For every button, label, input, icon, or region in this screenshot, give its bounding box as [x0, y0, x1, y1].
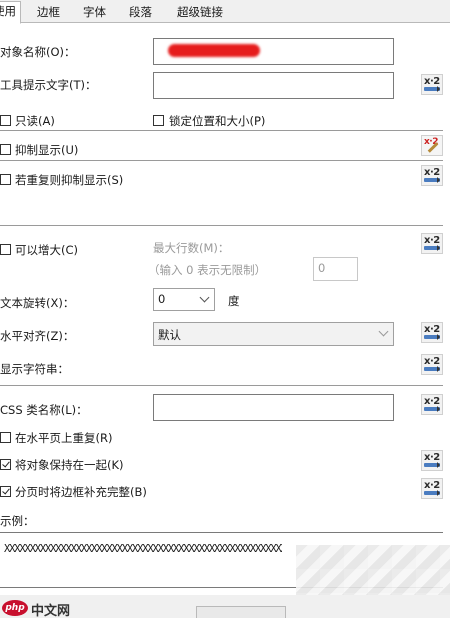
formula-icon[interactable]: x·2 — [421, 165, 443, 186]
max-lines-hint: （输入 0 表示无限制） — [148, 263, 267, 277]
tab-font[interactable]: 字体 — [79, 3, 110, 23]
suppress-duplicates-checkbox[interactable] — [0, 174, 11, 185]
formula-icon[interactable]: x·2 — [421, 478, 443, 499]
formula-icon[interactable]: x·2 — [421, 450, 443, 471]
sample-text: XXXXXXXXXXXXXXXXXXXXXXXXXXXXXXXXXXXXXXXX… — [4, 543, 282, 555]
formula-pencil-icon[interactable]: x·2 — [421, 135, 443, 156]
suppress-label: 抑制显示(U) — [15, 143, 79, 157]
tooltip-label: 工具提示文字(T)： — [0, 78, 97, 92]
suppress-duplicates-label: 若重复则抑制显示(S) — [15, 173, 124, 187]
tab-bar: 使用 边框 字体 段落 超级链接 — [0, 0, 450, 24]
tab-label: 字体 — [83, 5, 106, 19]
rotation-select[interactable]: 0 — [153, 288, 215, 311]
css-class-field[interactable] — [153, 394, 394, 421]
suppress-checkbox[interactable] — [0, 144, 11, 155]
divider — [0, 225, 443, 226]
lock-label: 锁定位置和大小(P) — [169, 114, 266, 128]
readonly-checkbox[interactable] — [0, 115, 11, 126]
tab-label: 使用 — [0, 4, 16, 18]
keep-together-label: 将对象保持在一起(K) — [15, 458, 124, 472]
halign-label: 水平对齐(Z)： — [0, 329, 75, 343]
halign-select[interactable]: 默认 — [153, 322, 394, 346]
sample-label: 示例： — [0, 514, 35, 528]
dialog-button[interactable] — [196, 606, 286, 618]
chevron-down-icon — [199, 292, 210, 303]
tab-hyperlink[interactable]: 超级链接 — [173, 3, 227, 23]
close-border-label: 分页时将边框补充完整(B) — [15, 485, 147, 499]
divider — [0, 130, 443, 131]
formula-icon[interactable]: x·2 — [421, 394, 443, 415]
rotation-unit: 度 — [228, 294, 240, 308]
divider — [0, 160, 443, 161]
checkmark-icon — [2, 486, 10, 495]
object-name-label: 对象名称(O)： — [0, 45, 76, 59]
watermark-text: 中文网 — [31, 604, 71, 618]
tab-label: 边框 — [37, 5, 60, 19]
max-lines-label: 最大行数(M)： — [153, 241, 230, 255]
repeat-horizontal-checkbox[interactable] — [0, 432, 11, 443]
lock-checkbox[interactable] — [153, 115, 164, 126]
can-grow-checkbox[interactable] — [0, 244, 11, 255]
repeat-horizontal-label: 在水平页上重复(R) — [15, 431, 113, 445]
chevron-down-icon — [378, 326, 389, 337]
tab-paragraph[interactable]: 段落 — [125, 3, 156, 23]
checkmark-icon — [2, 459, 10, 468]
tooltip-field[interactable] — [153, 72, 394, 99]
keep-together-checkbox[interactable] — [0, 459, 11, 470]
object-name-field[interactable] — [153, 38, 394, 65]
formula-icon[interactable]: x·2 — [421, 74, 443, 95]
max-lines-field[interactable]: 0 — [313, 257, 358, 281]
readonly-label: 只读(A) — [15, 114, 55, 128]
redaction-mark — [168, 44, 260, 57]
can-grow-label: 可以增大(C) — [15, 243, 79, 257]
tab-border[interactable]: 边框 — [33, 3, 64, 23]
formula-icon[interactable]: x·2 — [421, 354, 443, 375]
rotation-value: 0 — [158, 292, 166, 306]
php-logo: php — [2, 600, 28, 616]
tab-label: 超级链接 — [177, 5, 223, 19]
halign-value: 默认 — [158, 328, 181, 342]
display-string-label: 显示字符串： — [0, 362, 69, 376]
tab-label: 段落 — [129, 5, 152, 19]
divider — [0, 385, 443, 386]
css-class-label: CSS 类名称(L)： — [0, 403, 88, 417]
formula-icon[interactable]: x·2 — [421, 322, 443, 343]
tab-usage[interactable]: 使用 — [0, 1, 21, 24]
rotation-label: 文本旋转(X)： — [0, 296, 75, 310]
close-border-checkbox[interactable] — [0, 486, 11, 497]
formula-icon[interactable]: x·2 — [421, 233, 443, 254]
